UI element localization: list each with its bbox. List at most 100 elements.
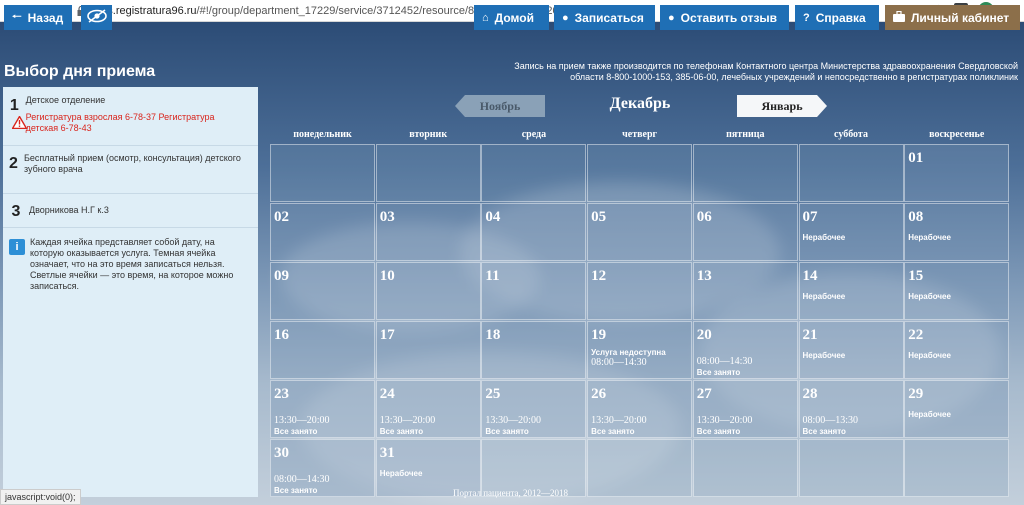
calendar-day-cell[interactable]: 24 13:30—20:00 Все занято	[375, 380, 481, 438]
calendar-day-cell[interactable]: 29 Нерабочее	[904, 380, 1010, 438]
calendar-empty-cell	[481, 144, 587, 202]
weekday-label: суббота	[834, 129, 868, 140]
next-month-button[interactable]: Январь	[737, 95, 827, 117]
step-text: Бесплатный прием (осмотр, консультация) …	[23, 153, 241, 174]
step-doctor[interactable]: 3 Дворникова Н.Г к.3	[3, 201, 258, 221]
day-number: 20	[696, 327, 712, 343]
calendar-day-cell[interactable]: 10	[375, 262, 481, 320]
calendar-empty-cell	[798, 439, 904, 497]
cabinet-button[interactable]: Личный кабинет	[885, 5, 1020, 30]
day-number: 27	[696, 386, 712, 402]
comment-icon: ●	[668, 11, 675, 24]
signup-button[interactable]: ● Записаться	[554, 5, 655, 30]
time-range: 08:00—14:30	[591, 357, 647, 368]
weekday-label: воскресенье	[929, 129, 985, 140]
calendar-day-cell[interactable]: 04	[481, 203, 587, 261]
footer-text: Портал пациента, 2012—2018	[453, 488, 569, 498]
left-arrow-icon: 🠐	[12, 11, 22, 23]
time-range: 13:30—20:00	[696, 415, 753, 426]
home-label: Домой	[494, 10, 534, 25]
calendar-day-cell[interactable]: 22 Нерабочее	[904, 321, 1010, 379]
feedback-button[interactable]: ● Оставить отзыв	[660, 5, 789, 30]
day-number: 11	[485, 268, 500, 284]
calendar-empty-cell	[375, 144, 481, 202]
calendar-day-cell[interactable]: 28 08:00—13:30 Все занято	[798, 380, 904, 438]
divider	[3, 145, 258, 146]
non-working-label: Нерабочее	[802, 351, 846, 360]
accessibility-button[interactable]	[81, 5, 112, 30]
calendar-day-cell[interactable]: 05	[587, 203, 693, 261]
calendar-day-cell[interactable]: 27 13:30—20:00 Все занято	[692, 380, 798, 438]
calendar-day-cell[interactable]: 15 Нерабочее	[904, 262, 1010, 320]
calendar-day-cell[interactable]: 23 13:30—20:00 Все занято	[270, 380, 375, 438]
steps-panel: 1 Детское отделение Регистратура взросла…	[3, 87, 258, 497]
non-working-label: Нерабочее	[908, 351, 951, 360]
step-error-text: Регистратура взрослая 6-78-37 Регистрату…	[25, 112, 215, 133]
all-booked-label: Все занято	[696, 368, 741, 377]
day-number: 22	[908, 327, 924, 343]
step-text: Дворникова Н.Г к.3	[29, 205, 109, 215]
calendar-empty-cell	[692, 439, 798, 497]
cabinet-label: Личный кабинет	[911, 10, 1010, 25]
non-working-label: Нерабочее	[379, 469, 423, 478]
feedback-label: Оставить отзыв	[680, 10, 778, 25]
calendar-day-cell[interactable]: 12	[587, 262, 693, 320]
calendar-day-cell[interactable]: 20 08:00—14:30 Все занято	[692, 321, 798, 379]
non-working-label: Нерабочее	[908, 410, 951, 419]
calendar-day-cell[interactable]: 03	[375, 203, 481, 261]
calendar-day-cell[interactable]: 11	[481, 262, 587, 320]
all-booked-label: Все занято	[274, 486, 318, 495]
calendar-day-cell[interactable]: 16	[270, 321, 375, 379]
all-booked-label: Все занято	[485, 427, 529, 436]
home-button[interactable]: ⌂ Домой	[474, 5, 549, 30]
calendar-grid: 01 02 03 04 05 06 07 Нерабочее 08 Нерабочее 09 10 11…	[270, 144, 1010, 498]
back-button[interactable]: 🠐 Назад	[4, 5, 72, 30]
non-working-label: Нерабочее	[802, 233, 846, 242]
prev-month-button[interactable]: Ноябрь	[455, 95, 545, 117]
weekday-label: понедельник	[293, 129, 352, 140]
calendar-day-cell[interactable]: 01	[904, 144, 1010, 202]
day-number: 08	[908, 209, 924, 225]
divider	[3, 193, 258, 194]
day-number: 07	[802, 209, 818, 225]
calendar-day-cell[interactable]: 21 Нерабочее	[798, 321, 904, 379]
step-service[interactable]: 2 Бесплатный прием (осмотр, консультация…	[3, 153, 258, 175]
calendar-day-cell[interactable]: 14 Нерабочее	[798, 262, 904, 320]
day-number: 21	[802, 327, 818, 343]
weekday-label: вторник	[409, 129, 448, 140]
calendar-day-cell[interactable]: 26 13:30—20:00 Все занято	[587, 380, 693, 438]
calendar-day-cell[interactable]: 13	[692, 262, 798, 320]
day-number: 25	[485, 386, 501, 402]
day-number: 16	[274, 327, 289, 343]
calendar-day-cell[interactable]: 25 13:30—20:00 Все занято	[481, 380, 587, 438]
help-note-text: Каждая ячейка представляет собой дату, н…	[30, 237, 234, 291]
step-department[interactable]: 1 Детское отделение Регистратура взросла…	[3, 95, 258, 134]
help-button[interactable]: ? Справка	[795, 5, 879, 30]
calendar-day-cell[interactable]: 08 Нерабочее	[904, 203, 1010, 261]
step-number: 3	[11, 203, 21, 220]
current-month: Декабрь	[609, 95, 671, 112]
step-text: Детское отделение	[25, 95, 106, 105]
back-label: Назад	[27, 10, 64, 25]
calendar-empty-cell	[692, 144, 798, 202]
calendar-day-cell[interactable]: 17	[375, 321, 481, 379]
page-title: Выбор дня приема	[4, 63, 156, 80]
signup-label: Записаться	[574, 10, 644, 25]
day-number: 19	[591, 327, 607, 343]
all-booked-label: Все занято	[274, 427, 318, 436]
all-booked-label: Все занято	[591, 427, 635, 436]
calendar-day-cell[interactable]: 09	[270, 262, 375, 320]
calendar-day-cell[interactable]: 06	[692, 203, 798, 261]
day-number: 12	[591, 268, 607, 284]
calendar-day-cell[interactable]: 18	[481, 321, 587, 379]
all-booked-label: Все занято	[802, 427, 846, 436]
calendar-day-cell[interactable]: 07 Нерабочее	[798, 203, 904, 261]
calendar-day-cell[interactable]: 19 Услуга недоступна 08:00—14:30	[587, 321, 693, 379]
calendar-empty-cell	[587, 144, 693, 202]
day-number: 13	[696, 268, 712, 284]
calendar-day-cell[interactable]: 02	[270, 203, 375, 261]
day-number: 30	[274, 445, 289, 461]
non-working-label: Нерабочее	[802, 292, 846, 301]
calendar-day-cell[interactable]: 30 08:00—14:30 Все занято	[270, 439, 375, 497]
info-icon: i	[9, 239, 25, 255]
